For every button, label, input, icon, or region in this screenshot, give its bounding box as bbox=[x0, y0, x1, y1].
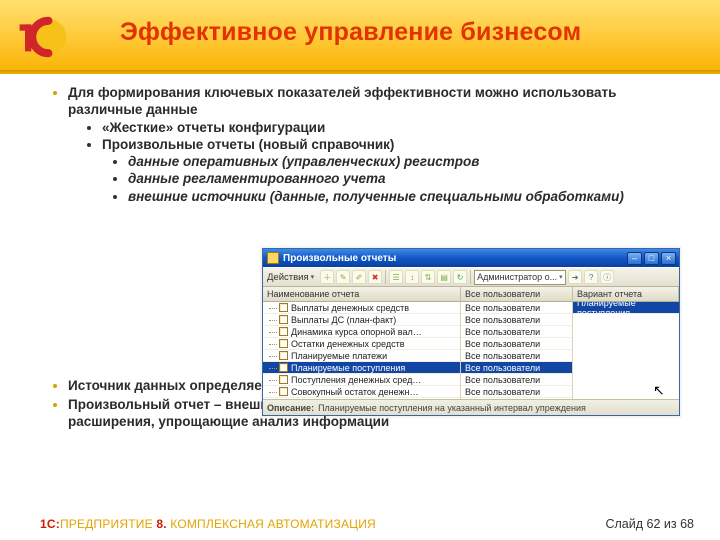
cell[interactable]: Все пользователи bbox=[461, 386, 572, 398]
window-titlebar[interactable]: Произвольные отчеты – □ × bbox=[263, 249, 679, 267]
delete-icon[interactable]: ✖ bbox=[368, 270, 382, 284]
slide-title: Эффективное управление бизнесом bbox=[120, 18, 581, 47]
status-text: Планируемые поступления на указанный инт… bbox=[318, 403, 586, 413]
cell: Планируемые платежи bbox=[291, 351, 387, 361]
cell: Поступления денежных сред… bbox=[291, 375, 421, 385]
bullet-1-text: Для формирования ключевых показателей эф… bbox=[68, 85, 616, 117]
cell: Совокупный остаток денежн… bbox=[291, 387, 419, 397]
edit-icon[interactable]: ✐ bbox=[352, 270, 366, 284]
slide-footer: 1С:ПРЕДПРИЯТИЕ 8. КОМПЛЕКСНАЯ АВТОМАТИЗА… bbox=[0, 512, 720, 540]
bullet-1b2: данные регламентированного учета bbox=[128, 170, 690, 187]
doc-icon bbox=[279, 375, 288, 384]
status-bar: Описание: Планируемые поступления на ука… bbox=[263, 399, 679, 415]
doc-icon bbox=[279, 363, 288, 372]
col-variant[interactable]: Вариант отчета bbox=[573, 287, 679, 301]
variant-column: Планируемые поступления bbox=[573, 302, 679, 400]
table-row-selected[interactable]: Планируемые поступления bbox=[263, 362, 460, 374]
app-window: Произвольные отчеты – □ × Действия ＋ ✎ ✐… bbox=[262, 248, 680, 416]
cell[interactable]: Все пользователи bbox=[461, 338, 572, 350]
cell[interactable]: Все пользователи bbox=[461, 350, 572, 362]
sort-icon[interactable]: ⇅ bbox=[421, 270, 435, 284]
table-row[interactable]: Поступления денежных сред… bbox=[263, 374, 460, 386]
table-row[interactable]: Совокупный остаток денежн… bbox=[263, 386, 460, 398]
cell: Выплаты денежных средств bbox=[291, 303, 409, 313]
move-icon[interactable]: ↕ bbox=[405, 270, 419, 284]
brand-label: 1С:ПРЕДПРИЯТИЕ 8. КОМПЛЕКСНАЯ АВТОМАТИЗА… bbox=[40, 517, 376, 531]
col-name[interactable]: Наименование отчета bbox=[263, 287, 461, 301]
add-icon[interactable]: ＋ bbox=[320, 270, 334, 284]
admin-combo[interactable]: Администратор о...▾ bbox=[474, 270, 566, 285]
go-icon[interactable]: ➜ bbox=[568, 270, 582, 284]
window-toolbar: Действия ＋ ✎ ✐ ✖ ☰ ↕ ⇅ ▤ ↻ Администратор… bbox=[263, 267, 679, 287]
doc-icon bbox=[279, 387, 288, 396]
variant-selected[interactable]: Планируемые поступления bbox=[573, 302, 679, 314]
users-column: Все пользователи Все пользователи Все по… bbox=[461, 302, 573, 400]
actions-menu[interactable]: Действия bbox=[267, 272, 318, 283]
doc-icon bbox=[279, 303, 288, 312]
info-icon[interactable]: ⓘ bbox=[600, 270, 614, 284]
doc-icon bbox=[279, 315, 288, 324]
bullet-1: Для формирования ключевых показателей эф… bbox=[68, 84, 690, 205]
close-button[interactable]: × bbox=[661, 252, 676, 265]
cell[interactable]: Все пользователи bbox=[461, 374, 572, 386]
refresh-icon[interactable]: ↻ bbox=[453, 270, 467, 284]
table-row[interactable]: Динамика курса опорной вал… bbox=[263, 326, 460, 338]
status-label: Описание: bbox=[267, 403, 314, 413]
hier-icon[interactable]: ☰ bbox=[389, 270, 403, 284]
window-icon bbox=[267, 252, 279, 264]
table-row[interactable]: Остатки денежных средств bbox=[263, 338, 460, 350]
cell: Планируемые поступления bbox=[291, 363, 405, 373]
bullet-1b-text: Произвольные отчеты (новый справочник) bbox=[102, 137, 394, 152]
bullet-1b: Произвольные отчеты (новый справочник) д… bbox=[102, 136, 690, 205]
filter-icon[interactable]: ▤ bbox=[437, 270, 451, 284]
doc-icon bbox=[279, 327, 288, 336]
cell[interactable]: Все пользователи bbox=[461, 314, 572, 326]
header-separator bbox=[0, 70, 720, 74]
cell: Выплаты ДС (план-факт) bbox=[291, 315, 396, 325]
tree-column: Выплаты денежных средств Выплаты ДС (пла… bbox=[263, 302, 461, 400]
bullet-1b3: внешние источники (данные, полученные сп… bbox=[128, 188, 690, 205]
grid-body: Выплаты денежных средств Выплаты ДС (пла… bbox=[263, 302, 679, 400]
bullet-1a: «Жесткие» отчеты конфигурации bbox=[102, 119, 690, 136]
add2-icon[interactable]: ✎ bbox=[336, 270, 350, 284]
table-row[interactable]: Выплаты ДС (план-факт) bbox=[263, 314, 460, 326]
cell[interactable]: Все пользователи bbox=[461, 326, 572, 338]
cell: Динамика курса опорной вал… bbox=[291, 327, 422, 337]
maximize-button[interactable]: □ bbox=[644, 252, 659, 265]
cell: Остатки денежных средств bbox=[291, 339, 404, 349]
grid-header: Наименование отчета Все пользователи Вар… bbox=[263, 287, 679, 302]
cell[interactable]: Все пользователи bbox=[461, 302, 572, 314]
table-row[interactable]: Планируемые платежи bbox=[263, 350, 460, 362]
minimize-button[interactable]: – bbox=[627, 252, 642, 265]
window-title: Произвольные отчеты bbox=[283, 253, 625, 264]
admin-combo-text: Администратор о... bbox=[477, 272, 557, 282]
cell-selected[interactable]: Все пользователи bbox=[461, 362, 572, 374]
doc-icon bbox=[279, 339, 288, 348]
col-users[interactable]: Все пользователи bbox=[461, 287, 573, 301]
table-row[interactable]: Выплаты денежных средств bbox=[263, 302, 460, 314]
help-icon[interactable]: ? bbox=[584, 270, 598, 284]
doc-icon bbox=[279, 351, 288, 360]
logo-1c bbox=[14, 8, 72, 66]
bullet-1b1: данные оперативных (управленческих) реги… bbox=[128, 153, 690, 170]
page-indicator: Слайд 62 из 68 bbox=[605, 517, 694, 531]
